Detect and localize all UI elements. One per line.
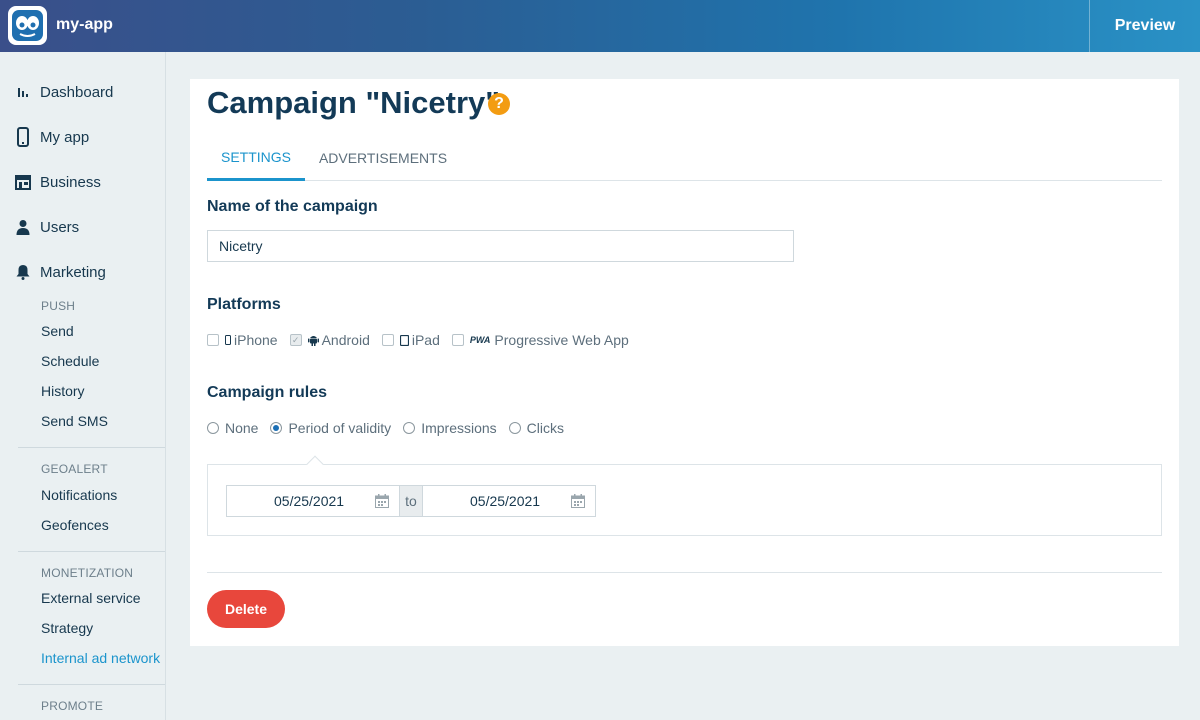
campaign-name-label: Name of the campaign: [207, 198, 378, 215]
end-date-value: 05/25/2021: [470, 493, 541, 509]
start-date-value: 05/25/2021: [274, 493, 345, 509]
start-date-input[interactable]: 05/25/2021: [227, 486, 399, 516]
tab-advertisements[interactable]: ADVERTISEMENTS: [316, 135, 450, 181]
platform-label: iPad: [411, 332, 440, 348]
iphone-icon: [225, 335, 231, 345]
platforms-label: Platforms: [207, 296, 281, 313]
period-of-validity-panel: 05/25/2021 to 05/25/2021: [207, 455, 1162, 536]
rule-period-radio[interactable]: [270, 422, 283, 434]
rule-clicks-radio[interactable]: [508, 422, 521, 434]
phone-icon: [13, 127, 33, 147]
sidebar-item-label: My app: [40, 128, 90, 146]
campaign-rules-radios: None Period of validity Impressions Clic…: [207, 419, 576, 437]
app-name: my-app: [56, 16, 113, 33]
sidebar: Dashboard My app Business Users Marketin…: [0, 52, 166, 720]
sidebar-item-my-app[interactable]: My app: [0, 122, 165, 152]
sidebar-item-notifications[interactable]: Notifications: [41, 487, 117, 503]
panel-pointer: [306, 455, 324, 473]
rule-none-radio[interactable]: [207, 422, 219, 434]
campaign-card: Campaign "Nicetry" ? SETTINGS ADVERTISEM…: [190, 79, 1179, 646]
tab-bar: SETTINGS ADVERTISEMENTS: [207, 135, 1162, 181]
user-icon: [13, 217, 33, 237]
pwa-checkbox[interactable]: [451, 334, 464, 346]
sidebar-divider: [18, 551, 165, 552]
rule-label: Period of validity: [288, 420, 392, 436]
platforms-checkboxes: iPhone ✓ Android iPad PWA Progressive We…: [207, 331, 641, 349]
sidebar-item-label: Business: [40, 173, 101, 191]
rule-impressions-radio[interactable]: [403, 422, 416, 434]
sidebar-item-geofences[interactable]: Geofences: [41, 517, 109, 533]
campaign-rules-label: Campaign rules: [207, 384, 328, 401]
platform-pwa-option[interactable]: PWA Progressive Web App: [451, 332, 629, 348]
sidebar-item-external-service[interactable]: External service: [41, 590, 141, 606]
platform-ipad-option[interactable]: iPad: [381, 332, 440, 348]
help-icon[interactable]: ?: [488, 93, 510, 115]
sidebar-item-schedule[interactable]: Schedule: [41, 353, 99, 369]
rule-label: Impressions: [421, 420, 497, 436]
android-icon: [307, 334, 319, 346]
calendar-icon[interactable]: [571, 494, 585, 511]
sidebar-item-history[interactable]: History: [41, 383, 85, 399]
section-heading-push: PUSH: [41, 299, 76, 313]
platform-android-option[interactable]: ✓ Android: [289, 332, 370, 348]
sidebar-item-dashboard[interactable]: Dashboard: [0, 77, 165, 107]
bell-icon: [13, 262, 33, 282]
sidebar-item-users[interactable]: Users: [0, 212, 165, 242]
iphone-checkbox[interactable]: [207, 334, 219, 346]
rule-clicks-option[interactable]: Clicks: [508, 420, 564, 436]
sidebar-item-send-sms[interactable]: Send SMS: [41, 413, 108, 429]
sidebar-item-label: Marketing: [40, 263, 106, 281]
sidebar-item-business[interactable]: Business: [0, 167, 165, 197]
ipad-checkbox[interactable]: [381, 334, 394, 346]
platform-label: Progressive Web App: [494, 332, 629, 348]
calendar-icon[interactable]: [375, 494, 389, 511]
store-icon: [13, 172, 33, 192]
sidebar-divider: [18, 684, 165, 685]
rule-label: None: [225, 420, 259, 436]
end-date-input[interactable]: 05/25/2021: [423, 486, 595, 516]
platform-iphone-option[interactable]: iPhone: [207, 332, 278, 348]
app-logo-icon[interactable]: [8, 6, 47, 45]
preview-button[interactable]: Preview: [1089, 0, 1200, 52]
tab-settings[interactable]: SETTINGS: [207, 135, 305, 181]
rule-period-option[interactable]: Period of validity: [270, 420, 391, 436]
sidebar-item-send[interactable]: Send: [41, 323, 74, 339]
form-divider: [207, 572, 1162, 573]
sidebar-item-label: Dashboard: [40, 83, 114, 101]
section-heading-monetization: MONETIZATION: [41, 566, 134, 580]
platform-label: iPhone: [234, 332, 278, 348]
sidebar-item-marketing[interactable]: Marketing: [0, 257, 165, 287]
android-checkbox[interactable]: ✓: [289, 334, 302, 346]
campaign-name-input[interactable]: [207, 230, 794, 262]
top-bar: my-app Preview: [0, 0, 1200, 52]
ipad-icon: [399, 334, 409, 346]
date-range: 05/25/2021 to 05/25/2021: [226, 485, 596, 517]
section-heading-promote: PROMOTE: [41, 699, 104, 713]
pwa-icon: PWA: [469, 335, 491, 345]
sidebar-item-label: Users: [40, 218, 80, 236]
sidebar-item-internal-ad-network[interactable]: Internal ad network: [41, 650, 160, 666]
sidebar-divider: [18, 447, 165, 448]
bar-chart-icon: [13, 82, 33, 102]
delete-button[interactable]: Delete: [207, 590, 285, 628]
date-range-separator: to: [399, 486, 423, 516]
rule-impressions-option[interactable]: Impressions: [403, 420, 497, 436]
sidebar-item-strategy[interactable]: Strategy: [41, 620, 93, 636]
rule-none-option[interactable]: None: [207, 420, 258, 436]
platform-label: Android: [321, 332, 370, 348]
rule-label: Clicks: [526, 420, 564, 436]
section-heading-geoalert: GEOALERT: [41, 462, 108, 476]
page-title: Campaign "Nicetry": [207, 85, 500, 120]
